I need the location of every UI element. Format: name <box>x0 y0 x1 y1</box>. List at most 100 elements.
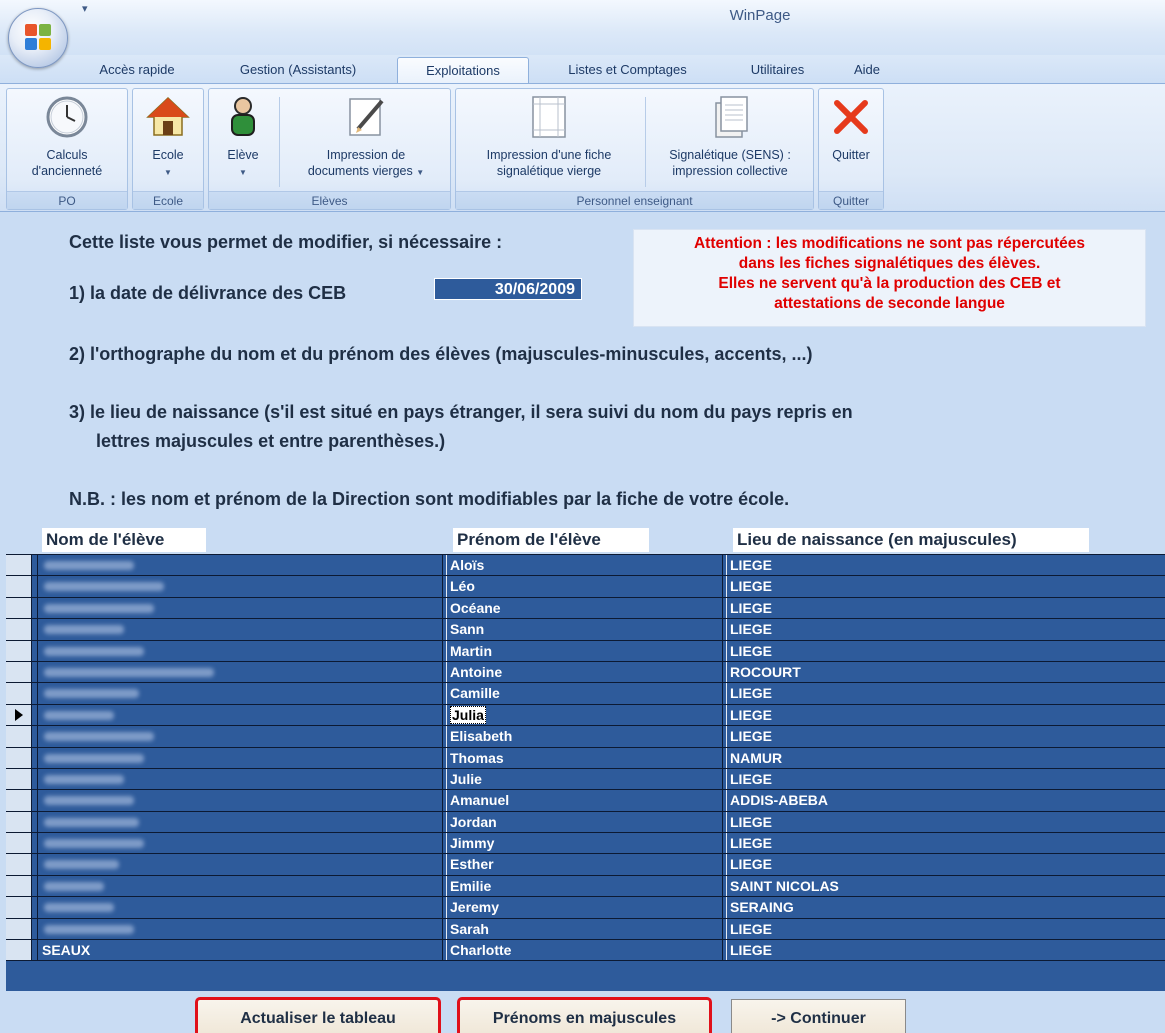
cell-lieu[interactable]: LIEGE <box>726 854 1165 875</box>
row-selector[interactable] <box>6 854 32 875</box>
cell-lieu[interactable]: LIEGE <box>726 704 1165 726</box>
cell-prenom[interactable]: Léo <box>446 576 723 597</box>
row-selector[interactable] <box>6 619 32 640</box>
cell-lieu[interactable]: SERAING <box>726 897 1165 918</box>
cell-prenom[interactable]: Antoine <box>446 661 723 683</box>
tab-exploitations[interactable]: Exploitations <box>397 57 529 83</box>
impression-fiche-vierge-button[interactable]: Impression d'une fiche signalétique vier… <box>458 91 640 191</box>
row-selector[interactable] <box>6 576 32 597</box>
table-row[interactable]: Aloïs LIEGE <box>6 555 1165 577</box>
row-selector[interactable] <box>6 683 32 704</box>
tab-aide[interactable]: Aide <box>842 57 892 83</box>
tab-gestion[interactable]: Gestion (Assistants) <box>218 57 378 83</box>
row-selector[interactable] <box>6 875 32 897</box>
students-grid[interactable]: Aloïs LIEGE Léo LIEGE Océane LIEGE Sann LIEGE Ma… <box>6 554 1165 991</box>
table-row[interactable]: Sann LIEGE <box>6 619 1165 641</box>
calculs-anciennete-button[interactable]: Calculs d'ancienneté <box>9 91 125 191</box>
cell-prenom[interactable]: Thomas <box>446 747 723 768</box>
quitter-button[interactable]: Quitter <box>821 91 881 191</box>
impression-documents-vierges-button[interactable]: Impression de documents vierges ▼ <box>283 91 449 191</box>
cell-prenom[interactable]: Julia <box>446 704 723 726</box>
cell-lieu[interactable]: LIEGE <box>726 555 1165 576</box>
row-selector[interactable] <box>6 726 32 747</box>
table-row[interactable]: Camille LIEGE <box>6 683 1165 705</box>
cell-prenom[interactable]: Océane <box>446 597 723 619</box>
table-row[interactable]: Elisabeth LIEGE <box>6 726 1165 748</box>
table-row[interactable]: Jordan LIEGE <box>6 811 1165 834</box>
cell-nom[interactable]: SEAUX <box>37 940 443 961</box>
cell-nom[interactable] <box>37 683 443 704</box>
cell-lieu[interactable]: LIEGE <box>726 619 1165 640</box>
tab-utilitaires[interactable]: Utilitaires <box>730 57 825 83</box>
cell-prenom[interactable]: Elisabeth <box>446 726 723 747</box>
cell-prenom[interactable]: Amanuel <box>446 790 723 811</box>
cell-prenom[interactable]: Jordan <box>446 811 723 833</box>
ecole-button[interactable]: Ecole ▼ <box>135 91 201 191</box>
cell-nom[interactable] <box>37 875 443 897</box>
cell-prenom[interactable]: Jimmy <box>446 833 723 854</box>
row-selector[interactable] <box>6 940 32 961</box>
cell-lieu[interactable]: ROCOURT <box>726 661 1165 683</box>
cell-nom[interactable] <box>37 726 443 747</box>
continuer-button[interactable]: -> Continuer <box>731 999 906 1033</box>
row-selector[interactable] <box>6 597 32 619</box>
cell-nom[interactable] <box>37 897 443 918</box>
row-selector[interactable] <box>6 704 32 726</box>
cell-prenom[interactable]: Martin <box>446 640 723 661</box>
table-row[interactable]: Thomas NAMUR <box>6 747 1165 769</box>
table-row[interactable]: Antoine ROCOURT <box>6 661 1165 684</box>
cell-lieu[interactable]: LIEGE <box>726 726 1165 747</box>
cell-prenom[interactable]: Julie <box>446 768 723 790</box>
cell-nom[interactable] <box>37 790 443 811</box>
cell-lieu[interactable]: ADDIS-ABEBA <box>726 790 1165 811</box>
signaletique-sens-button[interactable]: Signalétique (SENS) : impression collect… <box>648 91 812 191</box>
cell-lieu[interactable]: LIEGE <box>726 918 1165 940</box>
row-selector[interactable] <box>6 640 32 661</box>
row-selector[interactable] <box>6 661 32 683</box>
cell-lieu[interactable]: LIEGE <box>726 940 1165 961</box>
table-row[interactable]: SEAUX Charlotte LIEGE <box>6 940 1165 962</box>
row-selector[interactable] <box>6 747 32 768</box>
cell-nom[interactable] <box>37 854 443 875</box>
cell-nom[interactable] <box>37 918 443 940</box>
cell-prenom[interactable]: Sann <box>446 619 723 640</box>
table-row[interactable]: Esther LIEGE <box>6 854 1165 876</box>
eleve-button[interactable]: Elève ▼ <box>213 91 273 191</box>
table-row[interactable]: Martin LIEGE <box>6 640 1165 662</box>
prenoms-majuscules-button[interactable]: Prénoms en majuscules <box>457 997 712 1033</box>
cell-lieu[interactable]: LIEGE <box>726 576 1165 597</box>
cell-lieu[interactable]: LIEGE <box>726 768 1165 790</box>
table-row[interactable]: Océane LIEGE <box>6 597 1165 620</box>
table-row[interactable]: Jimmy LIEGE <box>6 833 1165 855</box>
row-selector[interactable] <box>6 833 32 854</box>
quick-access-dropdown-icon[interactable]: ▾ <box>82 2 88 15</box>
table-row[interactable]: Sarah LIEGE <box>6 918 1165 941</box>
cell-lieu[interactable]: LIEGE <box>726 640 1165 661</box>
cell-lieu[interactable]: LIEGE <box>726 683 1165 704</box>
cell-nom[interactable] <box>37 704 443 726</box>
cell-lieu[interactable]: LIEGE <box>726 833 1165 854</box>
cell-nom[interactable] <box>37 619 443 640</box>
tab-listes-comptages[interactable]: Listes et Comptages <box>545 57 710 83</box>
table-row[interactable]: Julia LIEGE <box>6 704 1165 727</box>
cell-nom[interactable] <box>37 833 443 854</box>
cell-nom[interactable] <box>37 640 443 661</box>
table-row[interactable]: Amanuel ADDIS-ABEBA <box>6 790 1165 812</box>
cell-nom[interactable] <box>37 747 443 768</box>
table-row[interactable]: Emilie SAINT NICOLAS <box>6 875 1165 898</box>
row-selector[interactable] <box>6 918 32 940</box>
row-selector[interactable] <box>6 790 32 811</box>
cell-prenom[interactable]: Aloïs <box>446 555 723 576</box>
actualiser-tableau-button[interactable]: Actualiser le tableau <box>195 997 441 1033</box>
cell-prenom[interactable]: Esther <box>446 854 723 875</box>
cell-nom[interactable] <box>37 661 443 683</box>
cell-prenom[interactable]: Sarah <box>446 918 723 940</box>
cell-lieu[interactable]: LIEGE <box>726 811 1165 833</box>
office-button[interactable] <box>8 8 68 68</box>
cell-lieu[interactable]: SAINT NICOLAS <box>726 875 1165 897</box>
tab-acces-rapide[interactable]: Accès rapide <box>82 57 192 83</box>
cell-nom[interactable] <box>37 576 443 597</box>
table-row[interactable]: Jeremy SERAING <box>6 897 1165 919</box>
cell-nom[interactable] <box>37 811 443 833</box>
cell-nom[interactable] <box>37 768 443 790</box>
